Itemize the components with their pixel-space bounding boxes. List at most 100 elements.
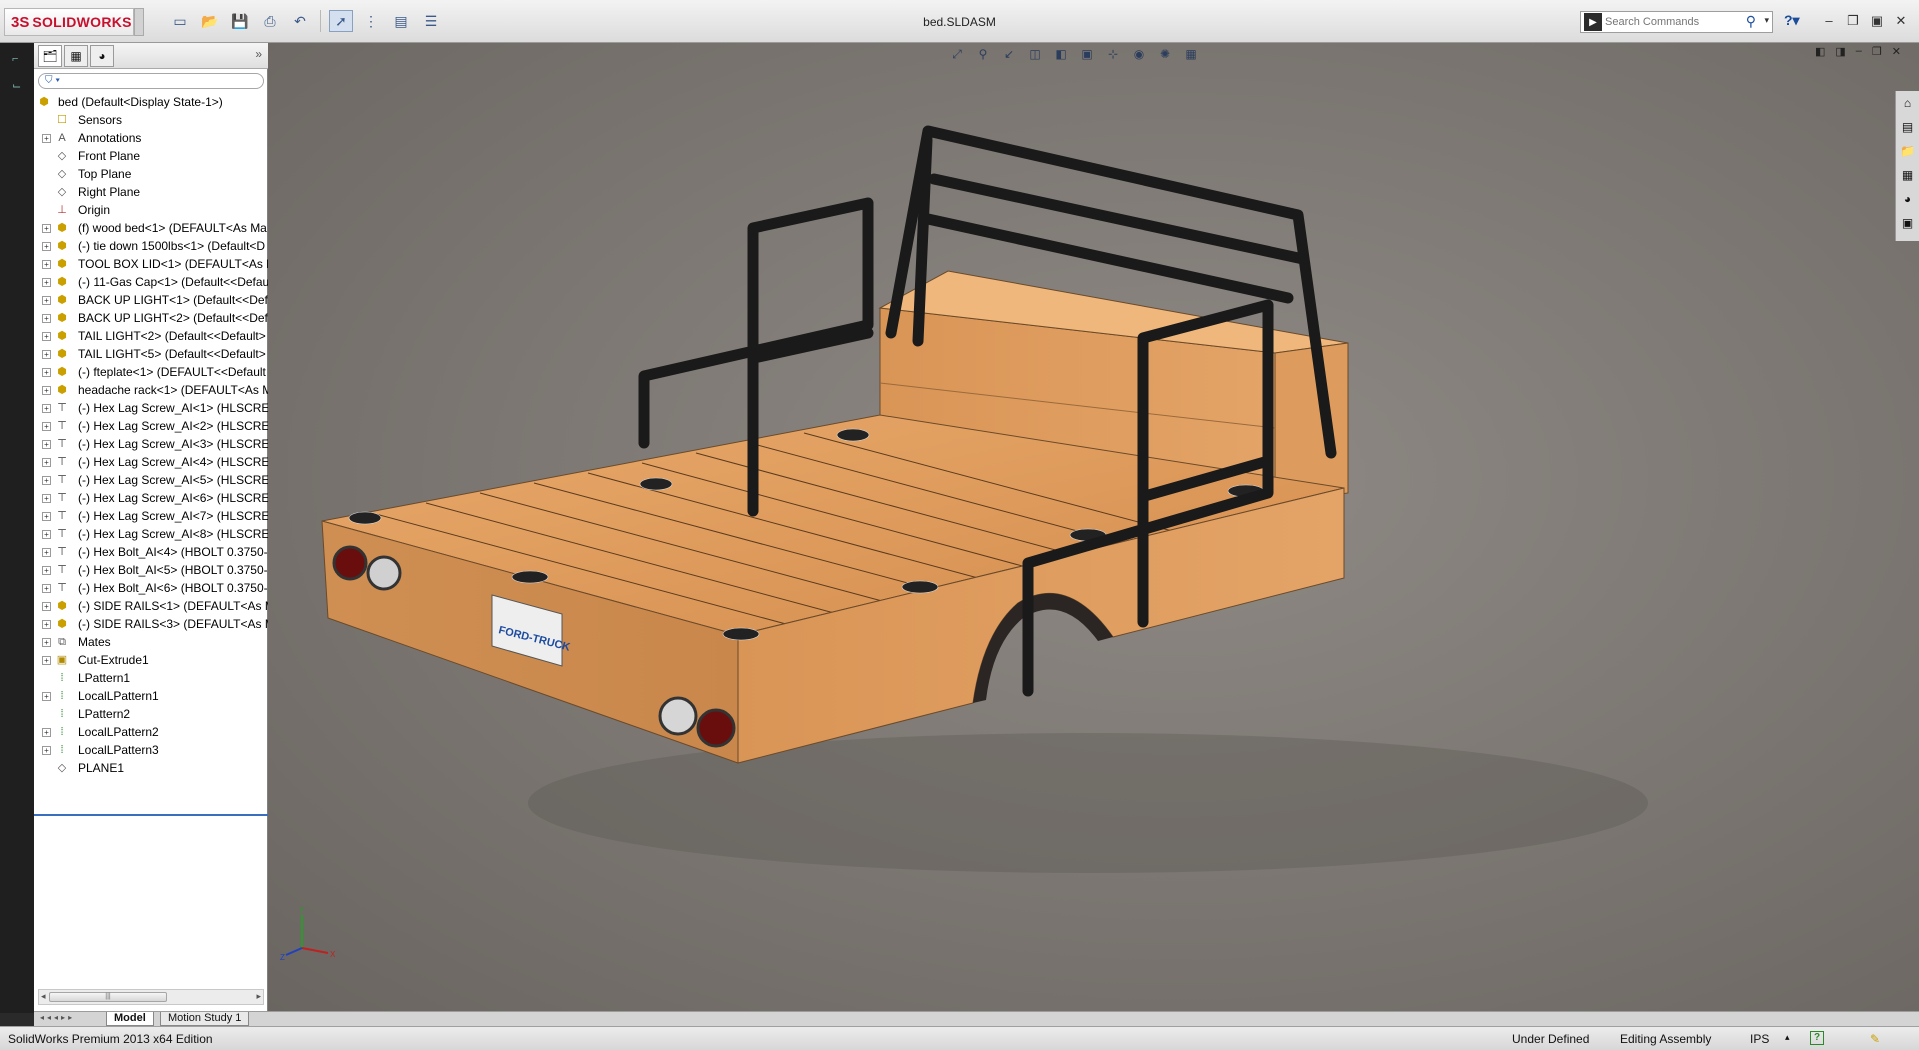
search-input[interactable] [1605,16,1745,28]
expand-toggle-icon[interactable]: + [42,548,51,557]
status-units[interactable]: IPS [1750,1032,1769,1046]
tree-item[interactable]: + ⬢ TAIL LIGHT<5> (Default<<Default> [34,345,268,363]
expand-toggle-icon[interactable]: + [42,512,51,521]
tree-item[interactable]: + ⊤ (-) Hex Lag Screw_AI<1> (HLSCREW [34,399,268,417]
sketch-toggle-icon[interactable]: ⌐ [12,53,30,71]
rollback-bar[interactable] [34,814,268,816]
units-dropdown-icon[interactable]: ▴ [1785,1032,1790,1043]
expand-toggle-icon[interactable]: + [42,278,51,287]
solidworks-resources-icon[interactable]: ⌂ [1896,91,1919,115]
expand-toggle-icon[interactable]: + [42,440,51,449]
expand-toggle-icon[interactable]: + [42,494,51,503]
tree-item[interactable]: ☐ Sensors [34,111,268,129]
display-manager-tab-icon[interactable]: ◕ [90,45,114,67]
tree-item[interactable]: + ⬢ BACK UP LIGHT<2> (Default<<Defa [34,309,268,327]
tree-item[interactable]: + ⬢ headache rack<1> (DEFAULT<As M [34,381,268,399]
tree-item[interactable]: ◇ PLANE1 [34,759,268,777]
tree-item[interactable]: + ⊤ (-) Hex Lag Screw_AI<2> (HLSCREW [34,417,268,435]
graphics-viewport[interactable]: ⤢ ⚲ ↙ ◫ ◧ ▣ ⊹ ◉ ✺ ▦ ◧ ◨ – ❐ ✕ FORD-TRUCK… [268,43,1919,1011]
expand-toggle-icon[interactable]: + [42,602,51,611]
scroll-right-icon[interactable]: ▸ [256,991,261,1002]
tree-item[interactable]: + ⬢ (-) fteplate<1> (DEFAULT<<Default [34,363,268,381]
tab-model[interactable]: Model [106,1012,154,1026]
horizontal-scrollbar[interactable]: ◂ ||| ▸ [38,989,264,1005]
expand-toggle-icon[interactable]: + [42,368,51,377]
custom-properties-icon[interactable]: ▣ [1896,211,1919,235]
expand-toggle-icon[interactable]: + [42,530,51,539]
tree-item[interactable]: + ⊤ (-) Hex Lag Screw_AI<3> (HLSCREW [34,435,268,453]
view-palette-icon[interactable]: ▦ [1896,163,1919,187]
minimize-icon[interactable]: – [1820,12,1838,30]
tree-item[interactable]: + ▣ Cut-Extrude1 [34,651,268,669]
truck-bed-model[interactable]: FORD-TRUCK [268,43,1919,1011]
tree-item[interactable]: + ⊤ (-) Hex Bolt_AI<4> (HBOLT 0.3750-1 [34,543,268,561]
tree-item[interactable]: + ⬢ (-) 11-Gas Cap<1> (Default<<Defau [34,273,268,291]
tree-item[interactable]: + ⬢ BACK UP LIGHT<1> (Default<<Defa [34,291,268,309]
tree-item[interactable]: ◇ Top Plane [34,165,268,183]
expand-toggle-icon[interactable]: + [42,584,51,593]
magnifier-icon[interactable]: ⚲ [1746,13,1756,30]
tree-root-assembly[interactable]: ⬢ bed (Default<Display State-1>) [34,93,268,111]
tree-item[interactable]: + ⊤ (-) Hex Lag Screw_AI<5> (HLSCREW [34,471,268,489]
expand-toggle-icon[interactable]: + [42,566,51,575]
help-icon[interactable]: ?▾ [1784,12,1800,29]
restore-icon[interactable]: ❐ [1844,12,1862,30]
dimension-toggle-icon[interactable]: ⌙ [12,79,30,97]
tree-filter-input[interactable]: ⛉ ▾ [38,73,264,89]
expand-toggle-icon[interactable]: + [42,386,51,395]
tree-item[interactable]: + ⬢ (-) SIDE RAILS<1> (DEFAULT<As Ma [34,597,268,615]
tree-item[interactable]: + ⬢ (-) tie down 1500lbs<1> (Default<D [34,237,268,255]
collapse-panel-icon[interactable]: » [255,47,262,61]
expand-toggle-icon[interactable]: + [42,656,51,665]
scrollbar-thumb[interactable]: ||| [49,992,167,1002]
tree-item[interactable]: ⊥ Origin [34,201,268,219]
tree-item[interactable]: + ⊤ (-) Hex Lag Screw_AI<4> (HLSCREW [34,453,268,471]
tree-item[interactable]: ⁞ LPattern1 [34,669,268,687]
expand-toggle-icon[interactable]: + [42,350,51,359]
design-library-icon[interactable]: ▤ [1896,115,1919,139]
expand-toggle-icon[interactable]: + [42,476,51,485]
expand-toggle-icon[interactable]: + [42,728,51,737]
expand-toggle-icon[interactable]: + [42,638,51,647]
quick-help-icon[interactable]: ? [1810,1031,1824,1045]
tile-icon[interactable]: ▣ [1868,12,1886,30]
expand-toggle-icon[interactable]: + [42,332,51,341]
tree-item[interactable]: + ⬢ (f) wood bed<1> (DEFAULT<As Ma [34,219,268,237]
tree-item[interactable]: + ⬢ (-) SIDE RAILS<3> (DEFAULT<As Ma [34,615,268,633]
rebuild-status-icon[interactable]: ✎ [1870,1032,1880,1046]
property-manager-tab-icon[interactable]: ▦ [64,45,88,67]
tree-item[interactable]: + ⊤ (-) Hex Lag Screw_AI<6> (HLSCREW [34,489,268,507]
tree-item[interactable]: + ⬢ TAIL LIGHT<2> (Default<<Default> [34,327,268,345]
expand-toggle-icon[interactable]: + [42,620,51,629]
tree-item[interactable]: + ⧉ Mates [34,633,268,651]
tree-item[interactable]: ◇ Front Plane [34,147,268,165]
expand-toggle-icon[interactable]: + [42,404,51,413]
tree-item[interactable]: + ⊤ (-) Hex Lag Screw_AI<8> (HLSCREW [34,525,268,543]
tree-item[interactable]: + ⁞ LocalLPattern1 [34,687,268,705]
tree-item[interactable]: + ⊤ (-) Hex Bolt_AI<5> (HBOLT 0.3750-1 [34,561,268,579]
expand-toggle-icon[interactable]: + [42,422,51,431]
expand-toggle-icon[interactable]: + [42,692,51,701]
tab-motion-study[interactable]: Motion Study 1 [160,1012,250,1026]
search-commands-box[interactable]: ▶ ⚲ ▾ [1580,11,1773,33]
expand-toggle-icon[interactable]: + [42,296,51,305]
file-explorer-icon[interactable]: 📁 [1896,139,1919,163]
tree-item[interactable]: + ⁞ LocalLPattern2 [34,723,268,741]
tree-item[interactable]: + ⬢ TOOL BOX LID<1> (DEFAULT<As M [34,255,268,273]
tree-item[interactable]: + ⁞ LocalLPattern3 [34,741,268,759]
expand-toggle-icon[interactable]: + [42,260,51,269]
scroll-left-icon[interactable]: ◂ [41,991,46,1002]
chevron-down-icon[interactable]: ▾ [1764,15,1769,26]
tree-item[interactable]: + ⊤ (-) Hex Bolt_AI<6> (HBOLT 0.3750-1 [34,579,268,597]
tree-item[interactable]: + ⊤ (-) Hex Lag Screw_AI<7> (HLSCREW [34,507,268,525]
tree-item[interactable]: ⁞ LPattern2 [34,705,268,723]
tree-item[interactable]: + A Annotations [34,129,268,147]
appearances-icon[interactable]: ◕ [1896,187,1919,211]
expand-toggle-icon[interactable]: + [42,314,51,323]
tab-navigation-arrows[interactable]: ◂◂◂▸▸ [40,1013,106,1025]
expand-toggle-icon[interactable]: + [42,224,51,233]
expand-toggle-icon[interactable]: + [42,746,51,755]
tree-item[interactable]: ◇ Right Plane [34,183,268,201]
feature-manager-tab-icon[interactable]: 🗂 [38,45,62,67]
expand-toggle-icon[interactable]: + [42,242,51,251]
